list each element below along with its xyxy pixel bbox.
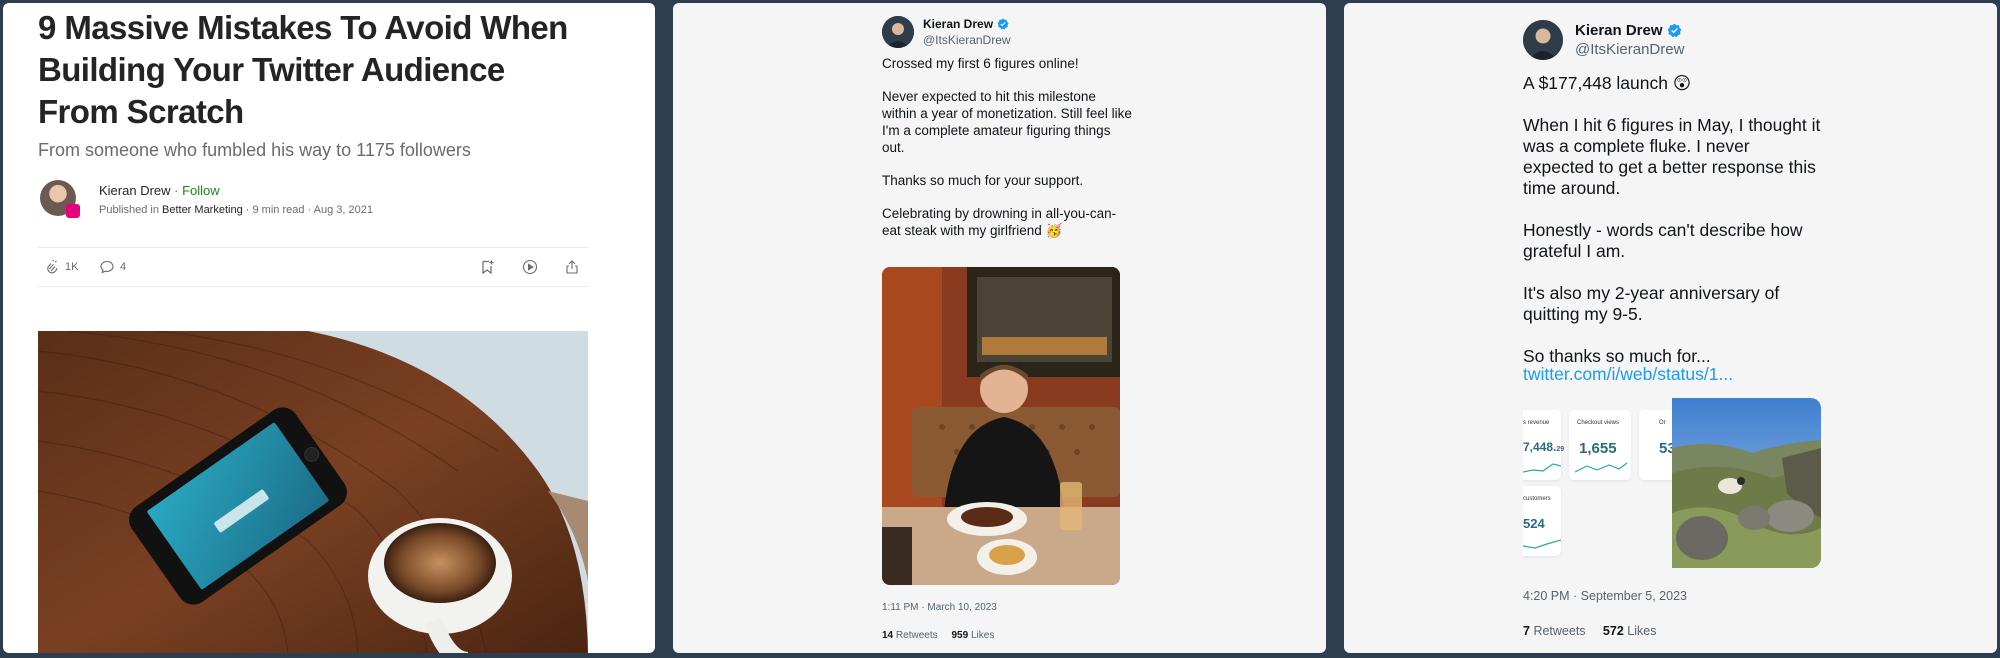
- tweet2-text: A $177,448 launch 😲 When I hit 6 figures…: [1523, 73, 1821, 366]
- bookmark-button[interactable]: [479, 259, 495, 275]
- tweet-panel-1: Kieran Drew @ItsKieranDrew Crossed my fi…: [673, 3, 1326, 653]
- stat-card-revenue: s revenue 7,448.29: [1523, 410, 1565, 480]
- tweet2-timestamp[interactable]: 4:20 PM · September 5, 2023: [1523, 589, 1687, 603]
- tweet2-retweet-count: 7: [1523, 624, 1530, 638]
- tweet2-name-text: Kieran Drew: [1575, 22, 1663, 39]
- stat-card-revenue-label: s revenue: [1523, 420, 1550, 426]
- publish-date: Aug 3, 2021: [313, 204, 374, 216]
- stat-card-checkout: Checkout views 1,655: [1569, 410, 1631, 480]
- tweet1-stats: 14 Retweets 959 Likes: [882, 630, 994, 641]
- tweet1-avatar[interactable]: [882, 16, 914, 48]
- article-actions-bar: 1K 4: [38, 247, 588, 287]
- tweet1-name-text: Kieran Drew: [923, 17, 994, 31]
- author-line: Kieran Drew · Follow: [99, 183, 220, 198]
- clap-icon: [47, 259, 58, 274]
- tweet1-retweets-label[interactable]: Retweets: [896, 630, 938, 641]
- stat-card-customers-value: 524: [1523, 516, 1545, 531]
- read-time: 9 min read: [252, 204, 305, 216]
- author-name[interactable]: Kieran Drew: [99, 183, 171, 198]
- share-button[interactable]: [564, 259, 580, 275]
- article-title-line-2: Building Your Twitter Audience: [38, 51, 505, 88]
- verified-badge-icon: [997, 18, 1009, 30]
- stat-card-checkout-label: Checkout views: [1577, 420, 1620, 426]
- article-hero-image: [38, 331, 588, 653]
- article-panel: 9 Massive Mistakes To Avoid When Buildin…: [3, 3, 655, 653]
- sparkline-icon: [1523, 463, 1561, 473]
- tweet1-handle[interactable]: @ItsKieranDrew: [923, 33, 1011, 47]
- tweet1-timestamp[interactable]: 1:11 PM · March 10, 2023: [882, 602, 997, 613]
- comments-button[interactable]: 4: [99, 259, 126, 275]
- tweet2-handle[interactable]: @ItsKieranDrew: [1575, 41, 1684, 58]
- tweet2-link[interactable]: twitter.com/i/web/status/1...: [1523, 364, 1733, 385]
- tweet1-photo[interactable]: [882, 267, 1120, 585]
- listen-button[interactable]: [522, 259, 538, 275]
- article-subtitle: From someone who fumbled his way to 1175…: [38, 140, 471, 160]
- bookmark-icon: [482, 260, 494, 275]
- published-prefix: Published in: [99, 204, 159, 216]
- tweet2-media[interactable]: s revenue 7,448.29 Checkout views 1,655 …: [1523, 398, 1821, 568]
- tweet2-author-name[interactable]: Kieran Drew: [1575, 22, 1682, 39]
- stat-card-customers: customers 524: [1523, 486, 1561, 556]
- author-avatar[interactable]: [40, 180, 80, 220]
- stat-card-customers-label: customers: [1523, 496, 1551, 502]
- verified-badge-icon: [1667, 23, 1681, 38]
- tweet1-likes-label[interactable]: Likes: [971, 630, 994, 641]
- tweet2-retweets-label[interactable]: Retweets: [1533, 624, 1585, 638]
- article-title-line-3: From Scratch: [38, 93, 244, 130]
- sparkline-icon: [1523, 539, 1561, 549]
- publication-line: Published in Better Marketing · 9 min re…: [99, 204, 374, 216]
- sparkline-icon: [1575, 462, 1627, 473]
- tweet2-likes-label[interactable]: Likes: [1627, 624, 1656, 638]
- stat-card-revenue-value: 7,448.29: [1523, 440, 1565, 454]
- clap-count: 1K: [65, 261, 79, 273]
- article-title-line-1: 9 Massive Mistakes To Avoid When: [38, 9, 568, 46]
- comment-icon: [100, 260, 114, 274]
- clap-button[interactable]: 1K: [44, 259, 78, 275]
- play-icon: [522, 259, 538, 275]
- tweet2-like-count: 572: [1602, 624, 1624, 638]
- tweet1-author-name[interactable]: Kieran Drew: [923, 17, 1009, 31]
- publication-name[interactable]: Better Marketing: [162, 204, 243, 216]
- stat-card-checkout-value: 1,655: [1579, 440, 1617, 457]
- publication-badge-icon: [66, 204, 80, 218]
- tweet1-retweet-count: 14: [882, 630, 894, 641]
- follow-link[interactable]: Follow: [182, 183, 220, 198]
- tweet-panel-2: Kieran Drew @ItsKieranDrew A $177,448 la…: [1344, 3, 1997, 653]
- tweet2-avatar[interactable]: [1523, 20, 1563, 60]
- tweet1-text: Crossed my first 6 figures online! Never…: [882, 56, 1132, 239]
- tweet1-like-count: 959: [951, 630, 969, 641]
- share-icon: [566, 260, 578, 274]
- article-title: 9 Massive Mistakes To Avoid When Buildin…: [38, 7, 638, 133]
- tweet2-photo[interactable]: [1672, 398, 1821, 568]
- tweet2-stats: 7 Retweets 572 Likes: [1523, 624, 1656, 638]
- comment-count: 4: [120, 261, 127, 273]
- stat-card-orders-label: Or: [1659, 420, 1666, 426]
